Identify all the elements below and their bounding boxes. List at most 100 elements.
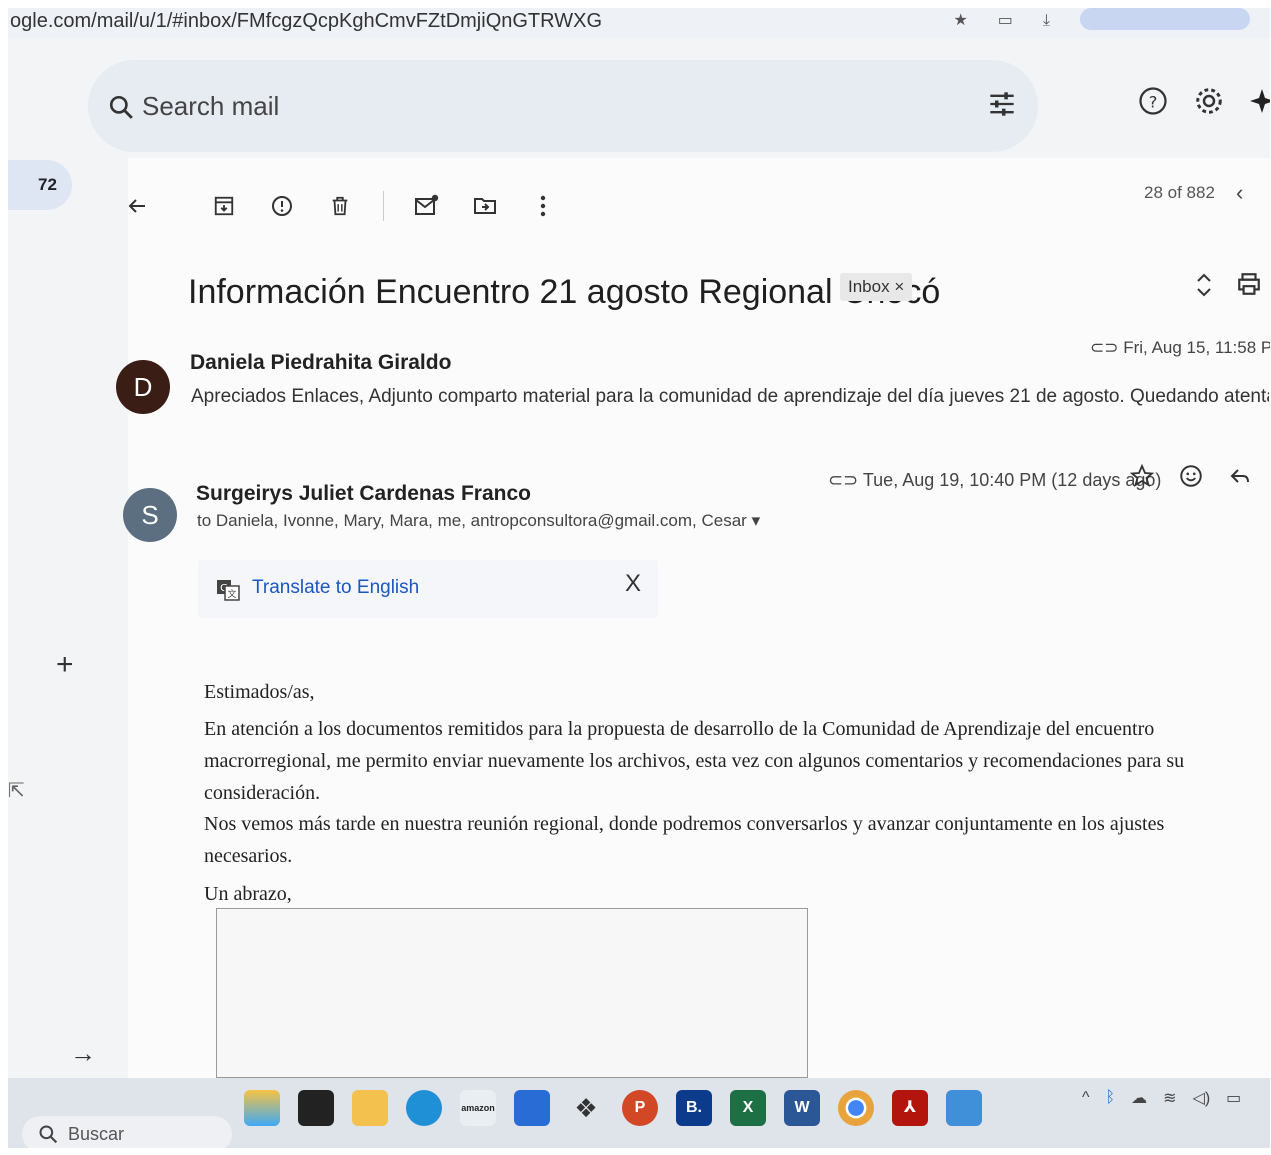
more-options-button[interactable] — [514, 188, 572, 224]
translate-icon: G文 — [217, 580, 240, 601]
thread-position: 28 of 882 — [1144, 183, 1215, 202]
sender-name[interactable]: Surgeirys Juliet Cardenas Franco — [196, 482, 531, 506]
mark-unread-icon — [415, 194, 439, 215]
attachment-icon: ⊂⊃ — [1090, 338, 1119, 357]
search-icon — [109, 95, 133, 119]
email-subject: Información Encuentro 21 agosto Regional… — [188, 273, 941, 311]
sender-avatar[interactable]: S — [123, 488, 177, 542]
recipients-line[interactable]: to Daniela, Ivonne, Mary, Mara, me, antr… — [197, 511, 760, 531]
widget-icon[interactable] — [244, 1090, 280, 1126]
gemini-sparkle-icon[interactable] — [1250, 86, 1270, 116]
window-icon[interactable]: ▭ — [998, 8, 1013, 34]
search-input[interactable] — [142, 86, 842, 126]
dropbox-icon[interactable]: ❖ — [568, 1090, 604, 1126]
svg-text:文: 文 — [227, 588, 236, 600]
taskbar-search-label: Buscar — [68, 1124, 125, 1144]
translate-bar: G文 Translate to English X — [198, 560, 658, 618]
body-closing: Un abrazo, — [204, 883, 292, 905]
report-spam-button[interactable] — [253, 188, 311, 224]
print-icon[interactable] — [1236, 270, 1262, 298]
svg-text:?: ? — [1149, 92, 1158, 111]
remove-label-icon[interactable]: × — [894, 277, 904, 296]
message-date: ⊂⊃ Fri, Aug 15, 11:58 PM — [1090, 338, 1270, 358]
message-date-text: Fri, Aug 15, 11:58 PM — [1123, 338, 1270, 357]
body-paragraph-1: En atención a los documentos remitidos p… — [204, 718, 1185, 804]
battery-icon[interactable]: ▭ — [1226, 1088, 1241, 1108]
file-explorer-icon[interactable] — [352, 1090, 388, 1126]
settings-gear-icon[interactable] — [1194, 86, 1224, 116]
inbox-label-chip[interactable]: Inbox × — [840, 273, 913, 301]
delete-button[interactable] — [311, 188, 369, 224]
edge-icon[interactable] — [406, 1090, 442, 1126]
profile-pill[interactable] — [1080, 8, 1250, 30]
sender-avatar[interactable]: D — [116, 360, 170, 414]
inline-image-placeholder[interactable] — [216, 908, 808, 1078]
taskbar-apps: amazon ❖ P B. X W ⅄ — [244, 1090, 982, 1126]
label-text: Inbox — [848, 277, 890, 296]
close-translate-icon[interactable]: X — [625, 570, 641, 598]
archive-icon — [214, 196, 234, 216]
screen: ogle.com/mail/u/1/#inbox/FMfcgzQcpKghCmv… — [8, 8, 1270, 1148]
word-icon[interactable]: W — [784, 1090, 820, 1126]
booking-icon[interactable]: B. — [676, 1090, 712, 1126]
message-date: ⊂⊃ Tue, Aug 19, 10:40 PM (12 days ago) — [828, 470, 1161, 491]
report-spam-icon — [272, 196, 292, 216]
translate-link[interactable]: Translate to English — [252, 577, 419, 599]
mark-unread-button[interactable] — [398, 188, 456, 224]
message-date-text: Tue, Aug 19, 10:40 PM (12 days ago) — [862, 470, 1162, 490]
tray-chevron-icon[interactable]: ^ — [1082, 1089, 1090, 1107]
volume-icon[interactable]: ◁) — [1193, 1088, 1211, 1108]
older-chevron-icon[interactable]: ‹ — [1236, 180, 1243, 206]
windows-taskbar: Buscar amazon ❖ P B. X W ⅄ ^ ᛒ ☁ ≋ ◁) ▭ — [8, 1078, 1270, 1148]
search-icon — [39, 1125, 58, 1144]
browser-toolbar-icons: ★ ▭ ⤓ — [953, 8, 1250, 34]
taskbar-search[interactable]: Buscar — [22, 1116, 232, 1148]
show-details-caret-icon[interactable]: ▾ — [752, 511, 761, 530]
download-icon[interactable]: ⤓ — [1043, 8, 1050, 34]
trash-icon — [332, 196, 348, 216]
onedrive-icon[interactable]: ☁ — [1131, 1088, 1147, 1108]
amazon-app-icon[interactable]: amazon — [460, 1090, 496, 1126]
url-text: ogle.com/mail/u/1/#inbox/FMfcgzQcpKghCmv… — [10, 10, 603, 32]
browser-url-bar[interactable]: ogle.com/mail/u/1/#inbox/FMfcgzQcpKghCmv… — [8, 8, 1270, 38]
bluetooth-icon[interactable]: ᛒ — [1106, 1089, 1116, 1107]
recipients-text: to Daniela, Ivonne, Mary, Mara, me, antr… — [197, 511, 747, 530]
archive-button[interactable] — [195, 188, 253, 224]
message-actions — [1130, 463, 1252, 489]
toolbar-divider — [180, 191, 181, 221]
sender-name[interactable]: Daniela Piedrahita Giraldo — [190, 351, 451, 375]
snipping-tool-icon[interactable] — [946, 1090, 982, 1126]
mouse-cursor-icon: ⇱ — [8, 780, 25, 802]
chrome-icon[interactable] — [838, 1090, 874, 1126]
excel-icon[interactable]: X — [730, 1090, 766, 1126]
body-paragraph-2: Nos vemos más tarde en nuestra reunión r… — [204, 813, 1165, 867]
help-icon[interactable]: ? — [1138, 86, 1168, 116]
acrobat-icon[interactable]: ⅄ — [892, 1090, 928, 1126]
move-to-button[interactable] — [456, 188, 514, 224]
back-button[interactable] — [108, 188, 166, 224]
unread-count-badge[interactable]: 72 — [8, 160, 72, 210]
store-icon[interactable] — [514, 1090, 550, 1126]
header-actions: ? — [1138, 86, 1270, 116]
attachment-icon: ⊂⊃ — [828, 470, 863, 490]
add-label-icon[interactable]: + — [56, 648, 74, 682]
message-toolbar — [108, 188, 572, 224]
expand-all-icon[interactable] — [1193, 270, 1215, 300]
back-arrow-icon — [128, 199, 145, 213]
star-bookmark-icon[interactable]: ★ — [953, 8, 967, 34]
powerpoint-icon[interactable]: P — [622, 1090, 658, 1126]
body-greeting: Estimados/as, — [204, 681, 315, 703]
wifi-icon[interactable]: ≋ — [1163, 1088, 1176, 1108]
emoji-reaction-icon[interactable] — [1178, 463, 1204, 489]
more-vertical-icon — [540, 195, 546, 217]
task-view-icon[interactable] — [298, 1090, 334, 1126]
system-tray: ^ ᛒ ☁ ≋ ◁) ▭ — [1082, 1088, 1241, 1108]
toolbar-divider — [383, 191, 384, 221]
search-options-icon[interactable] — [988, 90, 1016, 118]
search-bar[interactable] — [88, 60, 1038, 152]
move-to-folder-icon — [474, 198, 496, 214]
message-snippet[interactable]: Apreciados Enlaces, Adjunto comparto mat… — [191, 386, 1269, 408]
reply-icon[interactable] — [1228, 464, 1252, 488]
star-icon[interactable] — [1130, 464, 1154, 488]
expand-arrow-icon[interactable]: → — [70, 1038, 96, 1069]
